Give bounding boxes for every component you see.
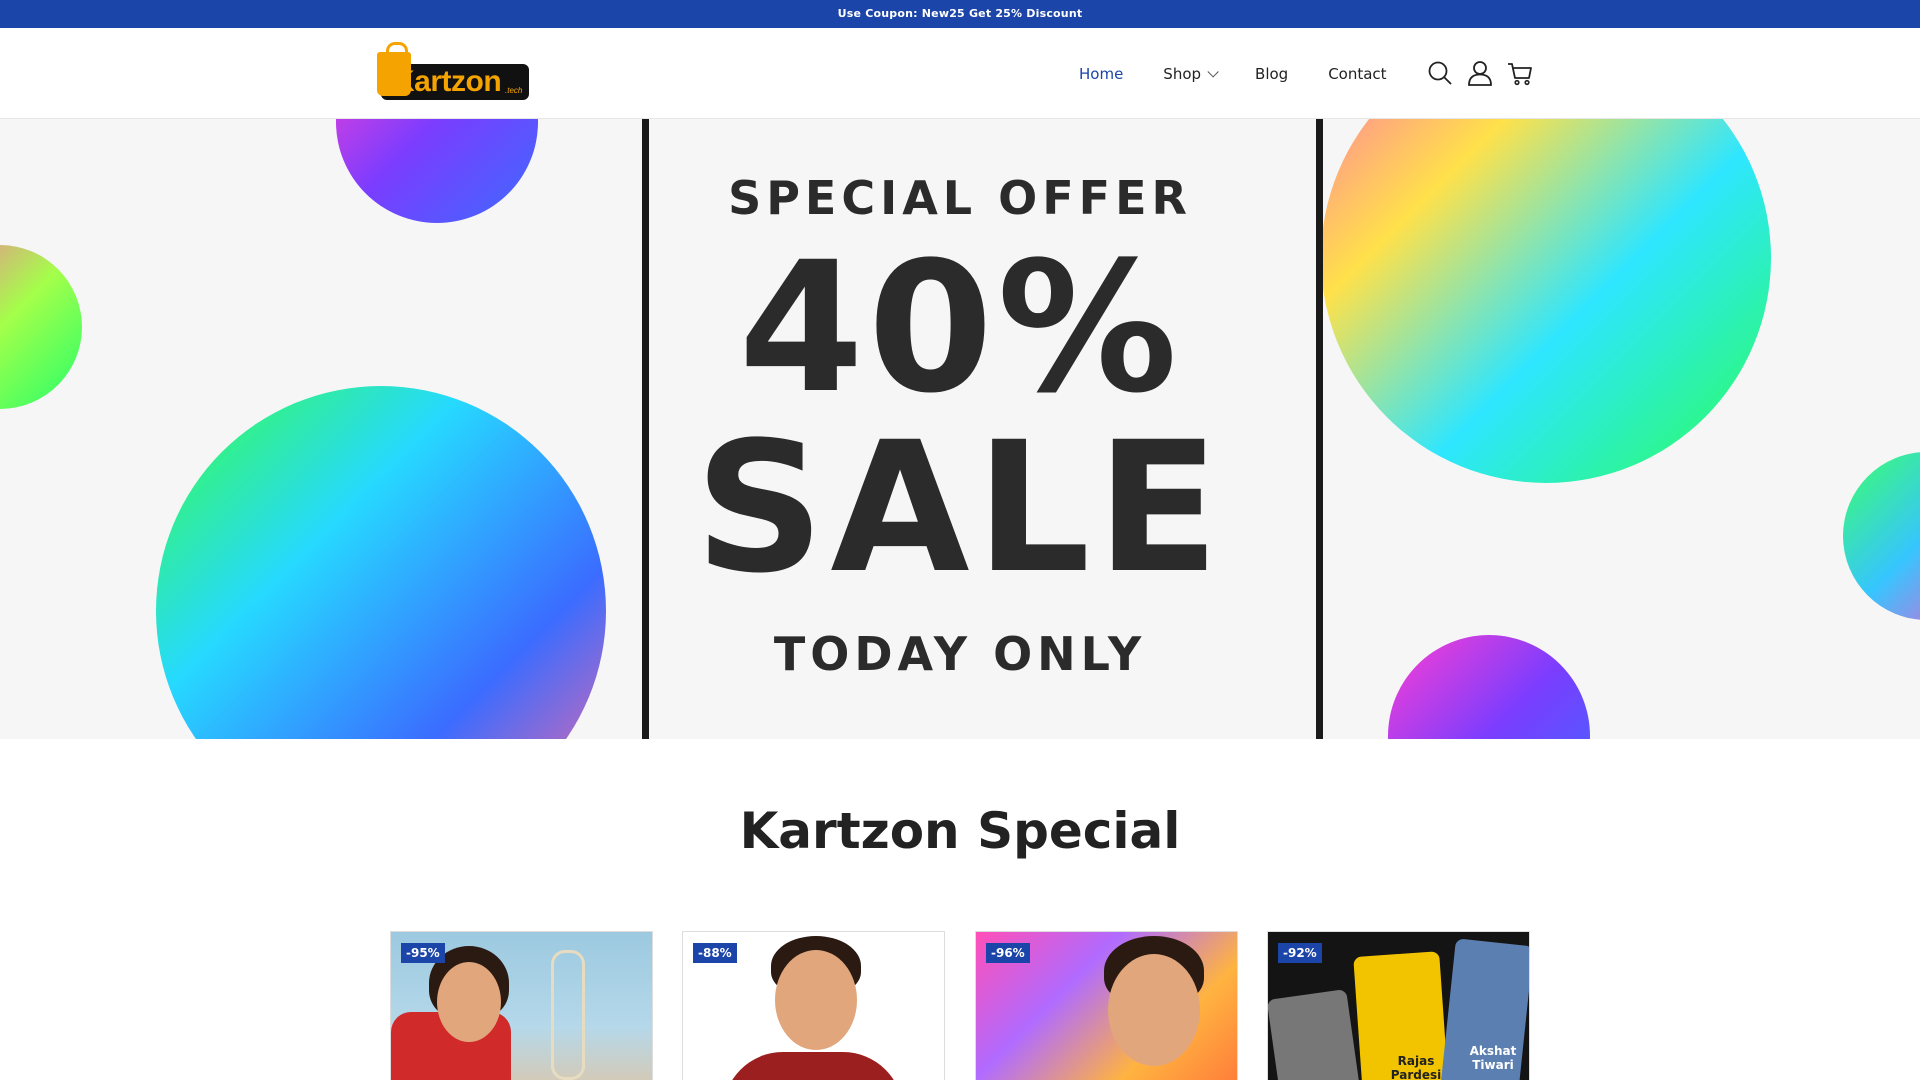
hero-sale: SALE <box>694 404 1226 613</box>
product-image-panel <box>1268 988 1362 1080</box>
hero-banner[interactable]: SPECIAL OFFER 40% SALE TODAY ONLY <box>0 119 1920 739</box>
discount-badge: -95% <box>401 943 445 963</box>
chevron-down-icon <box>1207 65 1219 78</box>
nav-blog[interactable]: Blog <box>1255 65 1288 83</box>
cart-icon[interactable] <box>1506 59 1534 87</box>
search-icon[interactable] <box>1426 59 1454 87</box>
announcement-bar: Use Coupon: New25 Get 25% Discount <box>0 0 1920 28</box>
product-grid: -95% -88% -96% -92% Rajas Pardesi Akshat… <box>390 931 1530 1080</box>
nav-blog-label: Blog <box>1255 64 1289 83</box>
nav-contact-label: Contact <box>1328 64 1387 83</box>
hero-percent: 40% <box>738 224 1182 433</box>
kartzon-logo[interactable]: Kartzon .tech <box>377 42 531 104</box>
hero-special-offer: SPECIAL OFFER <box>728 171 1192 225</box>
main-nav: Home Shop Blog Contact <box>1079 28 1427 119</box>
product-image-shirt <box>723 1052 903 1080</box>
discount-badge: -92% <box>1278 943 1322 963</box>
hourglass-icon <box>551 950 585 1080</box>
product-card[interactable]: -96% <box>975 931 1238 1080</box>
site-header: Kartzon .tech Home Shop Blog Contact <box>0 28 1920 119</box>
section-title: Kartzon Special <box>739 802 1181 860</box>
product-label: Akshat Tiwari <box>1469 1044 1517 1072</box>
nav-contact[interactable]: Contact <box>1328 65 1386 83</box>
user-icon[interactable] <box>1466 59 1494 87</box>
product-card[interactable]: -95% <box>390 931 653 1080</box>
product-label: Rajas Pardesi <box>1390 1054 1442 1080</box>
nav-shop[interactable]: Shop <box>1163 64 1219 83</box>
product-image-face <box>437 962 501 1042</box>
discount-badge: -88% <box>693 943 737 963</box>
nav-home[interactable]: Home <box>1079 65 1123 83</box>
announcement-text: Use Coupon: New25 Get 25% Discount <box>837 7 1083 20</box>
logo-suffix: .tech <box>505 86 523 95</box>
logo-wordmark: Kartzon <box>393 65 502 98</box>
header-icons <box>1426 59 1546 87</box>
product-card[interactable]: -88% <box>682 931 945 1080</box>
product-image-face <box>775 950 857 1050</box>
nav-home-label: Home <box>1079 64 1124 83</box>
hero-today-only: TODAY ONLY <box>773 627 1147 681</box>
discount-badge: -96% <box>986 943 1030 963</box>
product-card[interactable]: -92% Rajas Pardesi Akshat Tiwari <box>1267 931 1530 1080</box>
product-image-face <box>1108 954 1200 1066</box>
nav-shop-label: Shop <box>1163 64 1202 83</box>
